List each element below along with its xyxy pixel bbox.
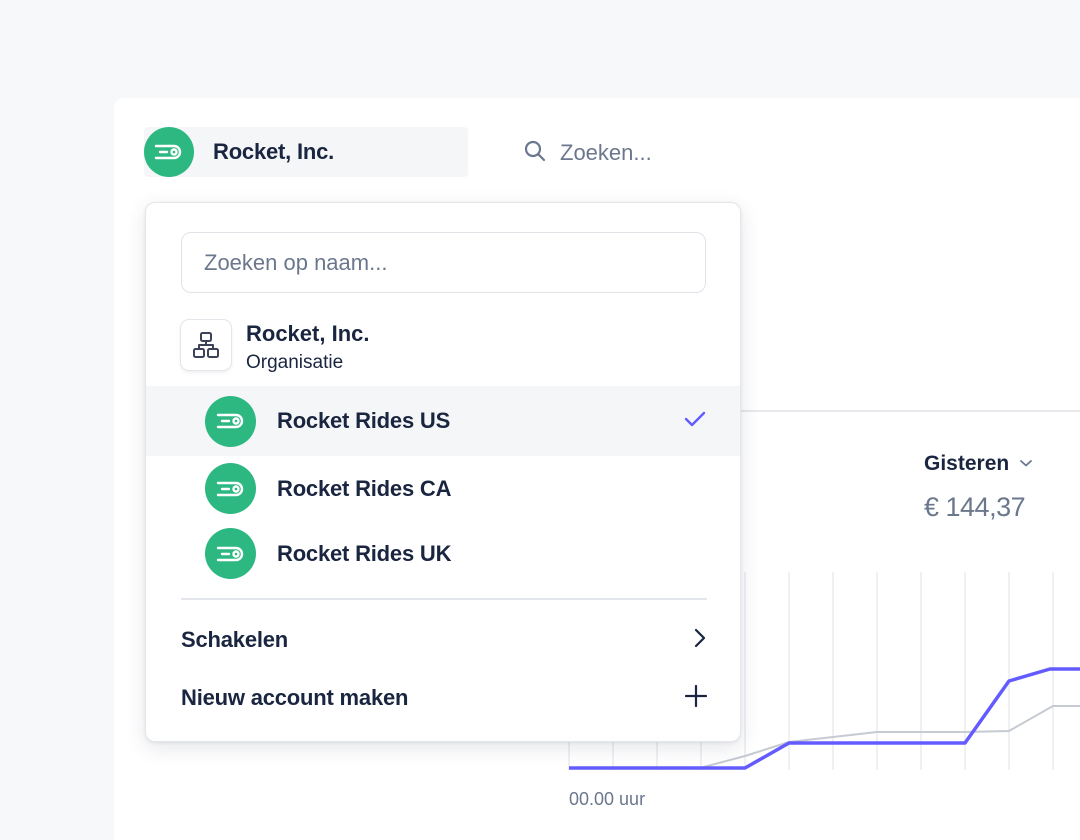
checkmark-icon: [683, 410, 707, 433]
account-list: Rocket Rides US Rocket Rides CA Rocket R…: [146, 386, 740, 586]
period-select-label: Gisteren: [924, 452, 1010, 475]
chevron-right-icon: [693, 627, 707, 654]
account-item-rocket-rides-uk[interactable]: Rocket Rides UK: [146, 521, 740, 586]
organization-type: Organisatie: [246, 352, 344, 373]
search-icon: [524, 140, 546, 167]
rocket-logo-icon: [144, 127, 194, 177]
rocket-logo-icon: [205, 463, 256, 514]
plus-icon: [684, 684, 708, 712]
organization-item[interactable]: Rocket, Inc. Organisatie: [181, 320, 369, 378]
global-search-placeholder: Zoeken...: [560, 140, 652, 165]
period-amount: € 144,37: [924, 492, 1026, 522]
account-switcher-button[interactable]: Rocket, Inc.: [144, 127, 468, 177]
new-account-action-label: Nieuw account maken: [181, 685, 409, 710]
current-account-name: Rocket, Inc.: [213, 139, 335, 164]
rocket-logo-icon: [205, 528, 256, 579]
chevron-down-icon: [1019, 455, 1033, 473]
global-search[interactable]: Zoeken...: [524, 137, 652, 169]
account-item-label: Rocket Rides US: [277, 408, 451, 433]
account-dropdown: Rocket, Inc. Organisatie Rocket Rides US: [145, 202, 741, 742]
period-select[interactable]: Gisteren: [924, 452, 1033, 476]
account-item-label: Rocket Rides CA: [277, 475, 452, 501]
search-by-name-input[interactable]: [181, 232, 706, 293]
account-item-label: Rocket Rides UK: [277, 540, 452, 566]
organization-name: Rocket, Inc.: [246, 321, 370, 346]
rocket-logo-icon: [205, 395, 256, 447]
chart-x-start-label: 00.00 uur: [569, 789, 646, 809]
switch-action-label: Schakelen: [181, 627, 289, 652]
account-item-rocket-rides-ca[interactable]: Rocket Rides CA: [146, 456, 740, 521]
account-item-rocket-rides-us[interactable]: Rocket Rides US: [146, 386, 740, 456]
new-account-action[interactable]: Nieuw account maken: [181, 683, 708, 713]
section-divider: [740, 410, 1080, 412]
org-chart-icon: [181, 320, 231, 370]
switch-action[interactable]: Schakelen: [181, 625, 707, 655]
dropdown-divider: [181, 598, 707, 600]
